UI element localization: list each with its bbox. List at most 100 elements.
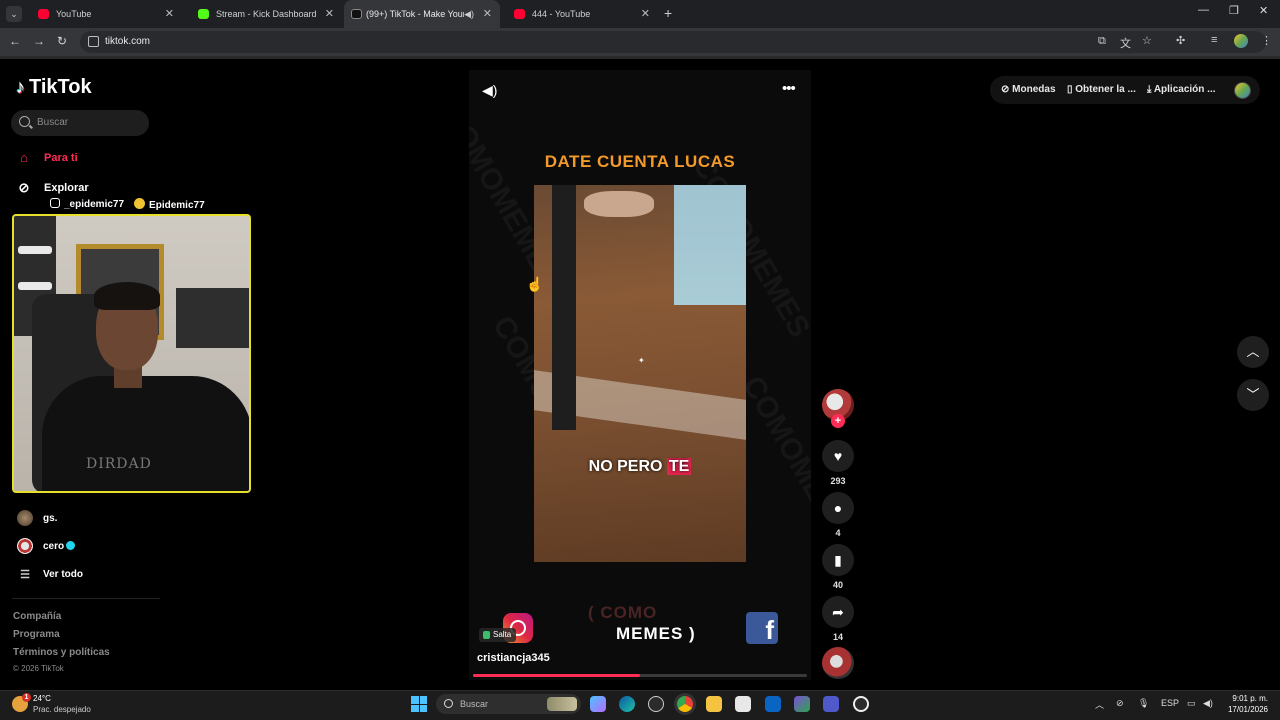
back-icon[interactable]: ← xyxy=(9,34,21,48)
follow-plus-icon[interactable]: + xyxy=(831,414,845,428)
site-info-icon[interactable] xyxy=(88,36,99,47)
copilot-icon[interactable] xyxy=(590,696,606,712)
browser-toolbar: ← → ↻ tiktok.com ⧉ 文 ☆ ✣ ≡ ⋮ xyxy=(0,28,1280,56)
taskbar-search[interactable]: Buscar xyxy=(436,694,581,714)
share-button[interactable]: ➦ xyxy=(822,596,854,628)
brand-memes: MEMES ) xyxy=(616,624,696,643)
minimize-icon[interactable]: — xyxy=(1198,4,1209,16)
menu-icon[interactable]: ⋮ xyxy=(1261,34,1272,47)
clip-wall xyxy=(674,185,746,305)
search-placeholder: Buscar xyxy=(37,117,69,128)
nav-label: Explorar xyxy=(44,182,89,194)
footer-program-link[interactable]: Programa xyxy=(13,629,60,640)
coins-button[interactable]: ⊘ Monedas xyxy=(1001,84,1056,95)
display-icon[interactable]: ▭ xyxy=(1187,698,1196,709)
see-all-link[interactable]: ☰ Ver todo xyxy=(17,568,83,581)
next-video-button[interactable]: ﹀ xyxy=(1237,379,1269,411)
start-button[interactable] xyxy=(411,696,427,712)
install-app-icon[interactable]: ⧉ xyxy=(1098,35,1106,48)
clip-table-leg xyxy=(552,185,576,430)
close-icon[interactable]: ✕ xyxy=(483,0,492,28)
nav-for-you[interactable]: ⌂ Para ti xyxy=(16,150,78,165)
facebook-logo-icon: f xyxy=(746,612,778,645)
video-progress-bar[interactable] xyxy=(473,674,807,677)
microphone-icon[interactable]: 🎙 xyxy=(1138,698,1149,709)
tiktok-logo[interactable]: ♪ TikTok xyxy=(16,76,92,99)
sidebar-divider xyxy=(12,598,160,599)
windows-taskbar xyxy=(0,690,1280,720)
speaker-icon[interactable]: ◀) xyxy=(464,0,474,28)
restore-icon[interactable]: ❐ xyxy=(1229,4,1239,17)
spotify-icon xyxy=(134,198,146,209)
weather-description[interactable]: Prac. despejado xyxy=(33,705,91,714)
close-window-icon[interactable]: ✕ xyxy=(1259,4,1268,17)
mail-icon[interactable] xyxy=(765,696,781,712)
chevron-up-icon[interactable]: ︿ xyxy=(1095,698,1104,711)
close-icon[interactable]: ✕ xyxy=(325,0,334,28)
account-name: gs. xyxy=(43,512,58,524)
following-account-gs[interactable]: gs. xyxy=(17,510,57,526)
music-disc[interactable] xyxy=(822,647,854,679)
tab-search-button[interactable]: ⌄ xyxy=(6,6,22,22)
tab-youtube[interactable]: YouTube ✕ xyxy=(26,0,182,28)
nav-explore[interactable]: ⊘ Explorar xyxy=(16,180,89,196)
save-button[interactable]: ▮ xyxy=(822,544,854,576)
bookmark-star-icon[interactable]: ☆ xyxy=(1142,34,1152,47)
file-explorer-icon[interactable] xyxy=(706,696,722,712)
mouse-cursor-icon: ☝ xyxy=(526,276,544,292)
tab-youtube-444[interactable]: 444 - YouTube ✕ xyxy=(502,0,658,28)
close-icon[interactable]: ✕ xyxy=(641,0,650,28)
extensions-icon[interactable]: ✣ xyxy=(1176,34,1185,47)
following-account-cero[interactable]: cero xyxy=(17,538,76,554)
account-name: cero xyxy=(43,540,65,552)
reload-icon[interactable]: ↻ xyxy=(57,34,67,48)
volume-icon[interactable]: ◀) xyxy=(1203,698,1213,709)
store-icon[interactable] xyxy=(735,696,751,712)
heart-icon: ♥ xyxy=(833,448,843,464)
stream-social-handles: _epidemic77 Epidemic77 xyxy=(50,198,205,211)
app-button[interactable]: ⤓ Aplicación ... xyxy=(1147,84,1216,95)
clock-date[interactable]: 17/01/2026 xyxy=(1226,705,1268,714)
clip-caption: NO PERO TE xyxy=(588,458,692,475)
comment-button[interactable]: ● xyxy=(822,492,854,524)
clip-sparkle: ✦ xyxy=(638,356,645,365)
forward-icon[interactable]: → xyxy=(33,34,45,48)
clock-time[interactable]: 9:01 p. m. xyxy=(1232,694,1268,703)
user-avatar[interactable] xyxy=(1234,82,1251,99)
instagram-handle: _epidemic77 xyxy=(50,198,124,211)
spotify-handle: Epidemic77 xyxy=(134,198,205,211)
progress-fill xyxy=(473,674,640,677)
office-icon[interactable] xyxy=(794,696,810,712)
teams-icon[interactable] xyxy=(823,696,839,712)
address-bar[interactable]: tiktok.com ⧉ 文 ☆ xyxy=(80,31,1266,53)
new-tab-button[interactable]: + xyxy=(664,5,672,21)
app-icon[interactable] xyxy=(853,696,869,712)
language-indicator[interactable]: ESP xyxy=(1161,698,1179,708)
comment-count: 4 xyxy=(835,528,841,538)
tab-kick-dashboard[interactable]: Stream - Kick Dashboard ✕ xyxy=(186,0,342,28)
footer-terms-link[interactable]: Términos y políticas xyxy=(13,647,110,658)
more-options-icon[interactable]: ••• xyxy=(782,80,796,97)
profile-avatar[interactable] xyxy=(1234,34,1248,48)
volume-icon[interactable]: ◀) xyxy=(482,82,497,99)
edge-icon[interactable] xyxy=(619,696,635,712)
salta-badge[interactable]: Salta xyxy=(479,628,517,642)
like-button[interactable]: ♥ xyxy=(822,440,854,472)
video-author[interactable]: cristiancja345 xyxy=(477,652,550,664)
chrome-icon[interactable] xyxy=(677,696,693,712)
translate-icon[interactable]: 文 xyxy=(1120,35,1131,51)
tab-tiktok[interactable]: (99+) TikTok - Make Your Da ◀) ✕ xyxy=(344,0,500,28)
weather-temperature[interactable]: 24°C xyxy=(33,694,51,703)
avatar xyxy=(17,510,33,526)
close-icon[interactable]: ✕ xyxy=(165,0,174,28)
footer-company-link[interactable]: Compañía xyxy=(13,611,61,622)
media-controls-icon[interactable]: ≡ xyxy=(1211,34,1217,46)
search-input[interactable]: Buscar xyxy=(11,110,149,136)
get-app-button[interactable]: ▯ Obtener la ... xyxy=(1067,84,1136,95)
comment-icon: ● xyxy=(833,500,843,516)
previous-video-button[interactable]: ︿ xyxy=(1237,336,1269,368)
obs-icon[interactable] xyxy=(648,696,664,712)
list-icon: ☰ xyxy=(20,569,30,581)
network-icon[interactable]: ⊘ xyxy=(1116,698,1124,709)
see-all-label: Ver todo xyxy=(43,569,84,580)
